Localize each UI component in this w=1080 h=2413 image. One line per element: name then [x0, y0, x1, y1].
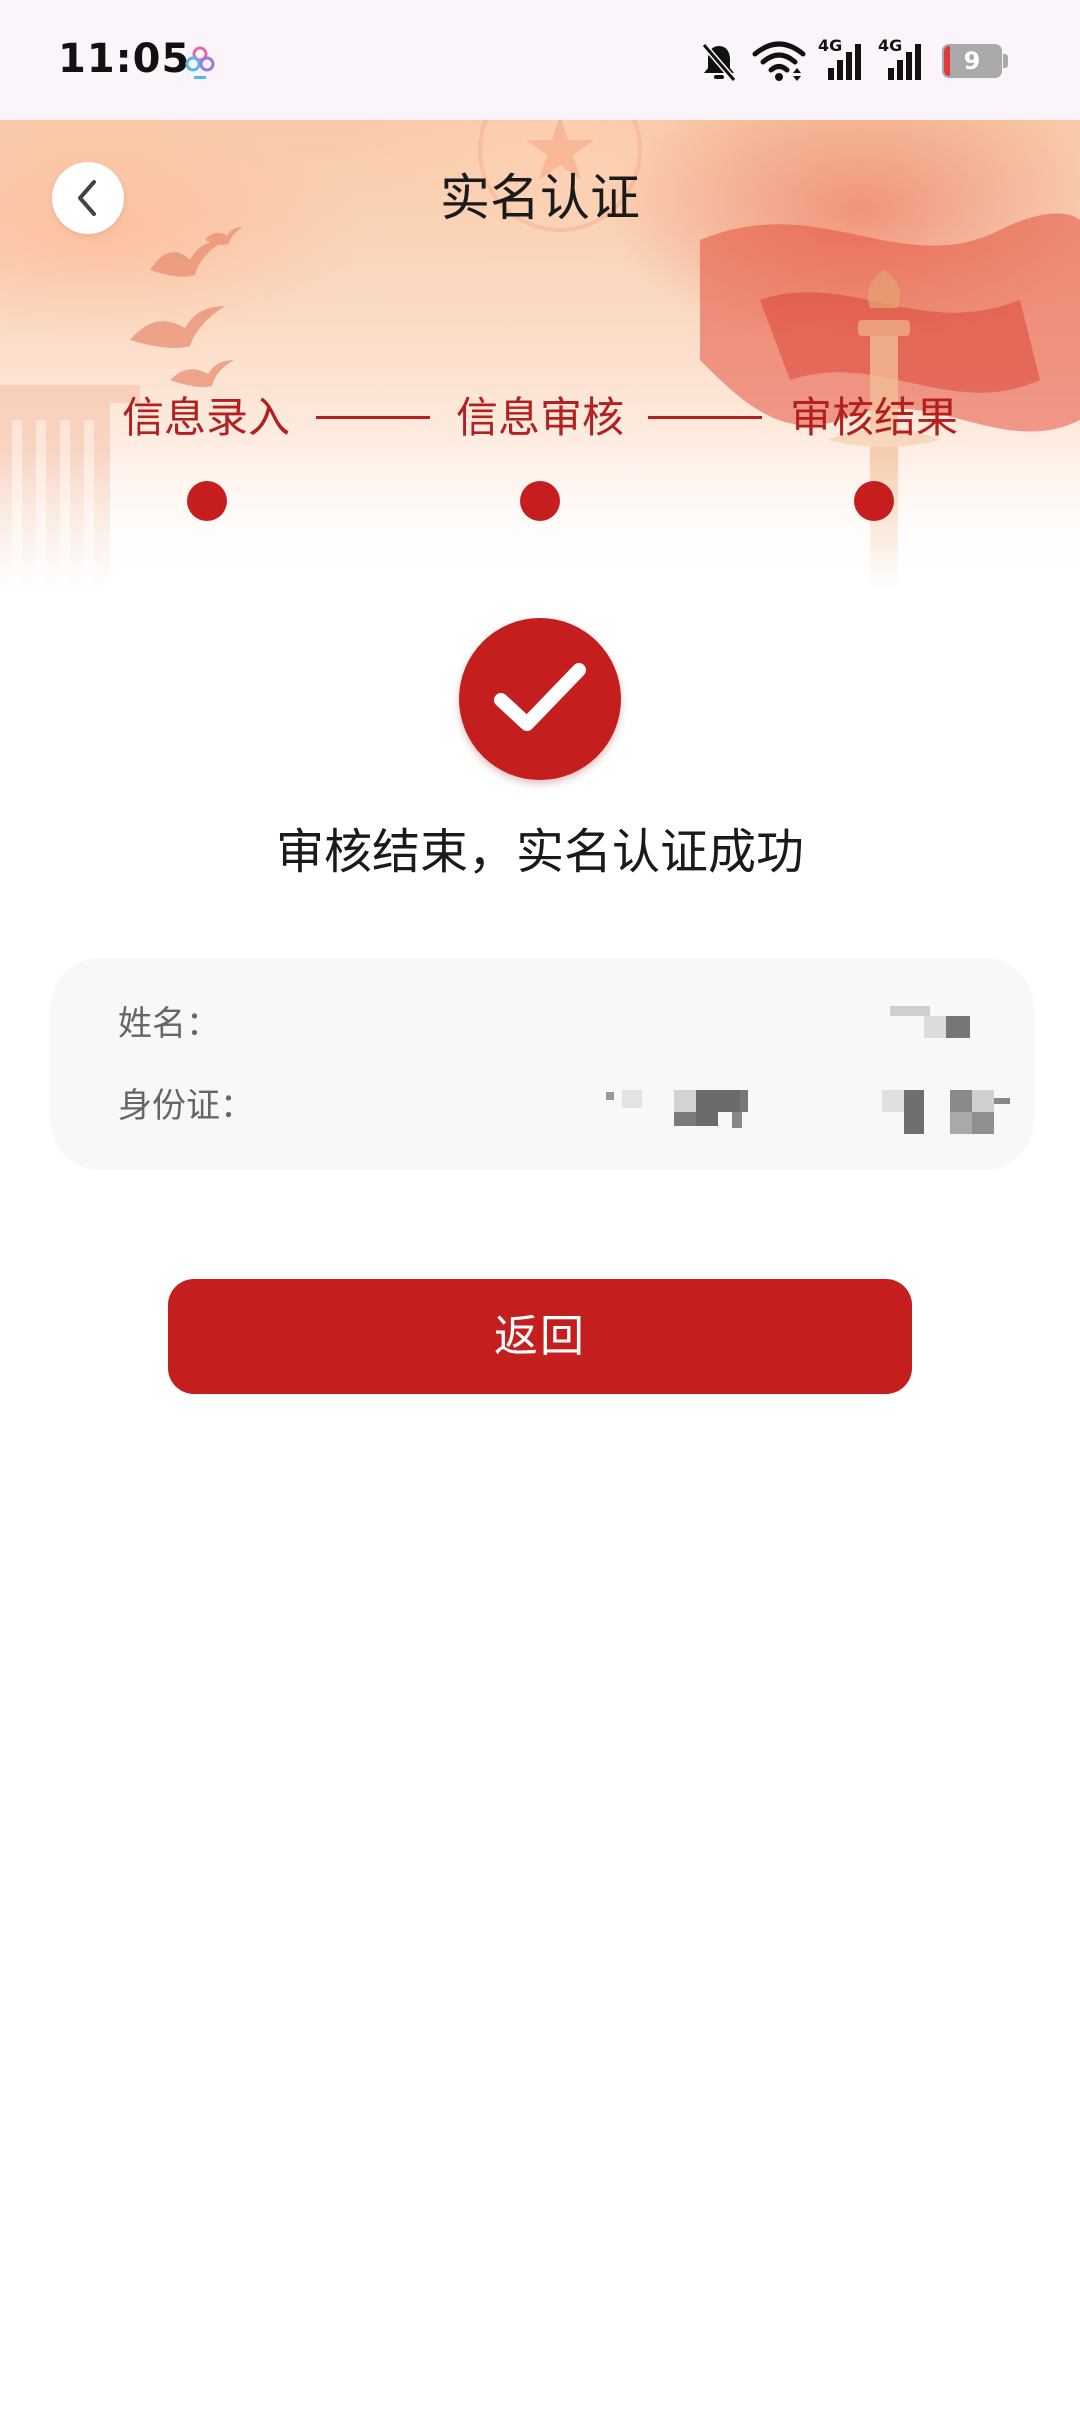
check-circle-icon [459, 618, 621, 780]
back-button[interactable] [52, 162, 124, 234]
step-2-dot [520, 481, 560, 521]
silent-bell-icon [701, 43, 737, 82]
status-time: 11:05 [58, 36, 191, 82]
battery-level: 9 [963, 47, 981, 75]
page-title: 实名认证 [440, 169, 640, 227]
name-label: 姓名： [118, 1004, 220, 1044]
status-bar: 11:05 4G 4G 9 [0, 0, 1080, 120]
app-icon [185, 46, 215, 79]
step-3-dot [854, 481, 894, 521]
step-connector [648, 416, 762, 419]
name-value-redacted [890, 1002, 970, 1042]
step-1-label: 信息录入 [121, 393, 290, 442]
return-button[interactable]: 返回 [168, 1279, 912, 1394]
step-3-label: 审核结果 [789, 393, 958, 442]
status-icons: 4G 4G 9 [660, 0, 1080, 120]
step-2-label: 信息审核 [455, 393, 624, 442]
step-1-dot [187, 481, 227, 521]
step-connector [316, 416, 430, 419]
wifi-icon [752, 41, 806, 81]
id-value-redacted [606, 1082, 1026, 1138]
signal-icon: 4G [818, 36, 866, 82]
result-message: 审核结束，实名认证成功 [275, 824, 804, 880]
info-card: 姓名： 身份证： [50, 958, 1034, 1170]
id-label: 身份证： [118, 1086, 254, 1126]
battery-icon: 9 [942, 44, 1012, 80]
chevron-left-icon [78, 180, 96, 216]
signal-icon: 4G [878, 36, 926, 82]
